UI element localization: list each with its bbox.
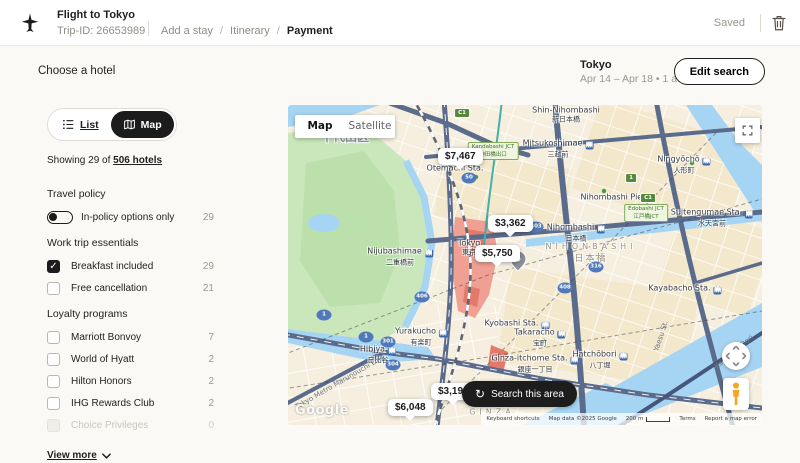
view-more-label: View more (47, 450, 97, 461)
checkbox[interactable]: ✓ (47, 260, 60, 273)
chevron-down-icon (102, 453, 111, 459)
map-type-satellite-tab[interactable]: Satellite (345, 115, 395, 138)
pegman-icon (728, 382, 744, 406)
filter-section: Travel policy In-policy options only29 (47, 188, 214, 224)
results-count-link[interactable]: 506 hotels (113, 155, 162, 166)
trip-id: Trip-ID: 26653989 (57, 25, 145, 37)
filter-count: 0 (208, 420, 214, 431)
filter-row: IHG Rewards Club2 (47, 396, 214, 410)
map-canvas[interactable] (288, 105, 762, 425)
filter-row: World of Hyatt2 (47, 352, 214, 366)
report-map-error-link[interactable]: Report a map error (705, 416, 757, 422)
keyboard-shortcuts-link[interactable]: Keyboard shortcuts (486, 416, 539, 422)
breadcrumb-separator: / (220, 25, 223, 37)
view-more-link[interactable]: View more (47, 450, 111, 461)
fullscreen-button[interactable] (735, 118, 760, 143)
checkbox[interactable] (47, 397, 60, 410)
filter-sections: Travel policyIn-policy options only29Wor… (47, 188, 214, 432)
trip-title: Flight to Tokyo (57, 9, 135, 21)
view-toggle: List Map (47, 108, 177, 141)
toggle-knob (49, 213, 57, 221)
filter-label: World of Hyatt (71, 354, 208, 365)
checkbox[interactable] (47, 419, 60, 432)
breadcrumb-item-itinerary[interactable]: Itinerary (230, 25, 270, 37)
map-data-credit: Map data ©2025 Google (549, 416, 617, 422)
filter-label: IHG Rewards Club (71, 398, 208, 409)
breadcrumb: Add a stay / Itinerary / Payment (161, 25, 333, 37)
hotel-price-pin[interactable]: $6,048 (388, 399, 433, 416)
fullscreen-icon (741, 124, 754, 137)
list-view-button[interactable]: List (50, 111, 111, 138)
filter-row: Choice Privileges0 (47, 418, 214, 432)
map-icon (123, 118, 136, 131)
map-type-map-tab[interactable]: Map (295, 115, 345, 138)
filter-label: Hilton Honors (71, 376, 208, 387)
pan-control[interactable] (722, 342, 750, 370)
policy-toggle[interactable] (47, 211, 73, 224)
airplane-icon (19, 12, 41, 34)
filter-label: Choice Privileges (71, 420, 208, 431)
filter-section-title: Work trip essentials (47, 237, 214, 249)
app-window: Flight to Tokyo Trip-ID: 26653989 Add a … (0, 0, 800, 449)
filter-count: 2 (208, 376, 214, 387)
map-type-control: Map Satellite (295, 115, 395, 138)
filter-label: Marriott Bonvoy (71, 332, 208, 343)
results-prefix: Showing 29 of (47, 155, 113, 166)
filter-section-title: Travel policy (47, 188, 214, 200)
filter-row: Hilton Honors2 (47, 374, 214, 388)
refresh-icon: ↻ (475, 388, 485, 400)
hotel-price-pin[interactable]: $3,362 (488, 215, 533, 232)
filter-section: Loyalty programsMarriott Bonvoy7World of… (47, 308, 214, 432)
divider (148, 21, 149, 36)
breadcrumb-item-add-a-stay[interactable]: Add a stay (161, 25, 213, 37)
breadcrumb-item-payment[interactable]: Payment (287, 25, 333, 37)
filter-count: 29 (203, 261, 214, 272)
checkbox[interactable] (47, 331, 60, 344)
search-this-area-label: Search this area (491, 389, 564, 400)
pan-arrows-icon (722, 342, 750, 370)
filters-sidebar: List Map Showing 29 of 506 hotels Travel… (47, 108, 214, 463)
filter-label: In-policy options only (81, 212, 203, 223)
edit-search-button[interactable]: Edit search (674, 58, 765, 85)
checkbox[interactable] (47, 282, 60, 295)
checkbox[interactable] (47, 353, 60, 366)
filter-count: 7 (208, 332, 214, 343)
filter-label: Free cancellation (71, 283, 203, 294)
breadcrumb-separator: / (277, 25, 280, 37)
filter-section-title: Loyalty programs (47, 308, 214, 320)
filter-label: Breakfast included (71, 261, 203, 272)
map-panel: Chiyoda City千代田区Otemachi Sta.Shin-Nihomb… (288, 105, 762, 425)
terms-link[interactable]: Terms (679, 416, 695, 422)
top-bar: Flight to Tokyo Trip-ID: 26653989 Add a … (0, 0, 800, 46)
search-this-area-button[interactable]: ↻ Search this area (462, 381, 577, 407)
map-view-button[interactable]: Map (111, 111, 174, 138)
list-view-label: List (80, 119, 99, 131)
filter-row: ✓ Breakfast included29 (47, 259, 214, 273)
scale-label: 200 m (626, 416, 644, 422)
filter-row: Free cancellation21 (47, 281, 214, 295)
saved-status: Saved (714, 17, 745, 29)
trash-icon[interactable] (770, 14, 788, 32)
search-destination: Tokyo (580, 59, 612, 71)
hotel-price-pin[interactable]: $7,467 (438, 148, 483, 165)
checkbox[interactable] (47, 375, 60, 388)
list-icon (62, 118, 75, 131)
scale-bar (646, 417, 670, 422)
filter-count: 2 (208, 398, 214, 409)
filter-count: 29 (203, 212, 214, 223)
results-summary: Showing 29 of 506 hotels (47, 155, 214, 166)
filter-count: 2 (208, 354, 214, 365)
divider (760, 14, 761, 32)
filter-row: In-policy options only29 (47, 210, 214, 224)
hotel-price-pin[interactable]: $5,750 (475, 245, 520, 262)
pegman-control[interactable] (723, 378, 749, 410)
filter-section: Work trip essentials ✓ Breakfast included2… (47, 237, 214, 295)
filter-row: Marriott Bonvoy7 (47, 330, 214, 344)
page-title: Choose a hotel (38, 65, 115, 77)
map-attribution: Keyboard shortcuts Map data ©2025 Google… (481, 413, 762, 425)
map-scale: 200 m (626, 416, 671, 422)
filter-count: 21 (203, 283, 214, 294)
map-view-label: Map (141, 119, 162, 131)
